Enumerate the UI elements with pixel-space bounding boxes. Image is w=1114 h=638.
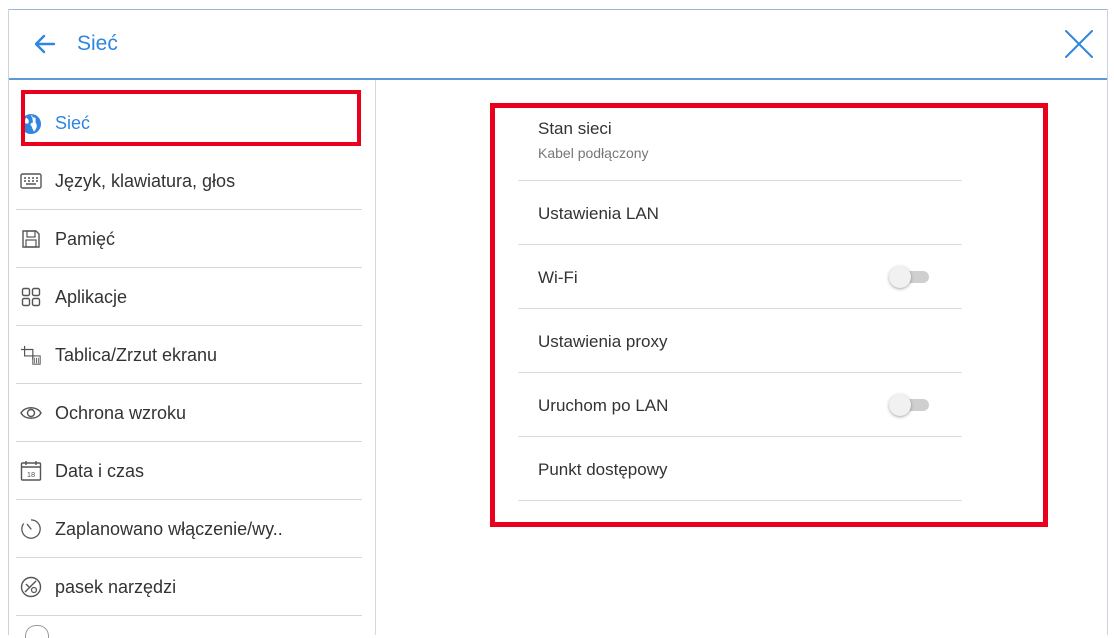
next-sidebar-icon-partial xyxy=(25,625,49,638)
sidebar-item-network[interactable]: Sieć xyxy=(16,95,362,152)
proxy-settings-row[interactable]: Ustawienia proxy xyxy=(518,309,962,373)
sidebar-item-eye-care[interactable]: Ochrona wzroku xyxy=(16,385,362,442)
wifi-row[interactable]: Wi-Fi xyxy=(518,245,962,309)
keyboard-icon xyxy=(20,170,42,192)
sidebar-item-label: Sieć xyxy=(55,113,91,133)
row-title: Ustawienia LAN xyxy=(538,204,659,223)
network-status-row[interactable]: Stan sieci Kabel podłączony xyxy=(518,110,962,181)
sidebar-item-label: Tablica/Zrzut ekranu xyxy=(55,344,218,365)
timer-icon xyxy=(20,518,42,540)
globe-icon xyxy=(20,113,42,135)
sidebar-item-label: Data i czas xyxy=(55,460,145,481)
toggle-knob xyxy=(889,394,911,416)
row-title: Wi-Fi xyxy=(538,268,578,287)
sidebar-item-date-time[interactable]: 18 Data i czas xyxy=(16,443,362,500)
calendar-icon: 18 xyxy=(20,460,42,482)
settings-header: Sieć xyxy=(9,10,1107,80)
sidebar-item-schedule[interactable]: Zaplanowano włączenie/wy.. xyxy=(16,501,362,558)
arrow-left-icon xyxy=(34,34,56,54)
row-title: Uruchom po LAN xyxy=(538,396,669,415)
svg-text:18: 18 xyxy=(27,470,35,479)
close-button[interactable] xyxy=(1061,26,1097,62)
toolbar-icon xyxy=(20,576,42,598)
page-title: Sieć xyxy=(77,32,118,55)
close-icon xyxy=(1065,30,1093,58)
row-title: Stan sieci xyxy=(538,119,612,138)
sidebar-item-language[interactable]: Język, klawiatura, głos xyxy=(16,153,362,210)
back-button[interactable] xyxy=(29,28,61,60)
row-title: Ustawienia proxy xyxy=(538,332,668,351)
sidebar-item-label: Zaplanowano włączenie/wy.. xyxy=(55,518,283,539)
toggle-knob xyxy=(889,266,911,288)
sidebar-item-label: Ochrona wzroku xyxy=(55,402,187,423)
sidebar-item-apps[interactable]: Aplikacje xyxy=(16,269,362,326)
floppy-disk-icon xyxy=(20,228,42,250)
crop-board-icon xyxy=(20,344,42,366)
row-subtitle: Kabel podłączony xyxy=(538,145,649,161)
sidebar-item-storage[interactable]: Pamięć xyxy=(16,211,362,268)
wake-on-lan-row[interactable]: Uruchom po LAN xyxy=(518,373,962,437)
sidebar-item-label: Aplikacje xyxy=(55,286,128,307)
hotspot-row[interactable]: Punkt dostępowy xyxy=(518,437,962,501)
lan-settings-row[interactable]: Ustawienia LAN xyxy=(518,181,962,245)
sidebar-item-label: Pamięć xyxy=(55,228,116,249)
sidebar-item-label: Język, klawiatura, głos xyxy=(55,170,236,191)
sidebar-item-label: pasek narzędzi xyxy=(55,576,177,597)
window-border-right xyxy=(1107,9,1108,635)
eye-icon xyxy=(20,402,42,424)
sidebar-item-toolbar[interactable]: pasek narzędzi xyxy=(16,559,362,616)
sidebar-item-whiteboard[interactable]: Tablica/Zrzut ekranu xyxy=(16,327,362,384)
wake-on-lan-toggle[interactable] xyxy=(889,394,933,416)
row-title: Punkt dostępowy xyxy=(538,460,668,479)
apps-grid-icon xyxy=(20,286,42,308)
wifi-toggle[interactable] xyxy=(889,266,933,288)
